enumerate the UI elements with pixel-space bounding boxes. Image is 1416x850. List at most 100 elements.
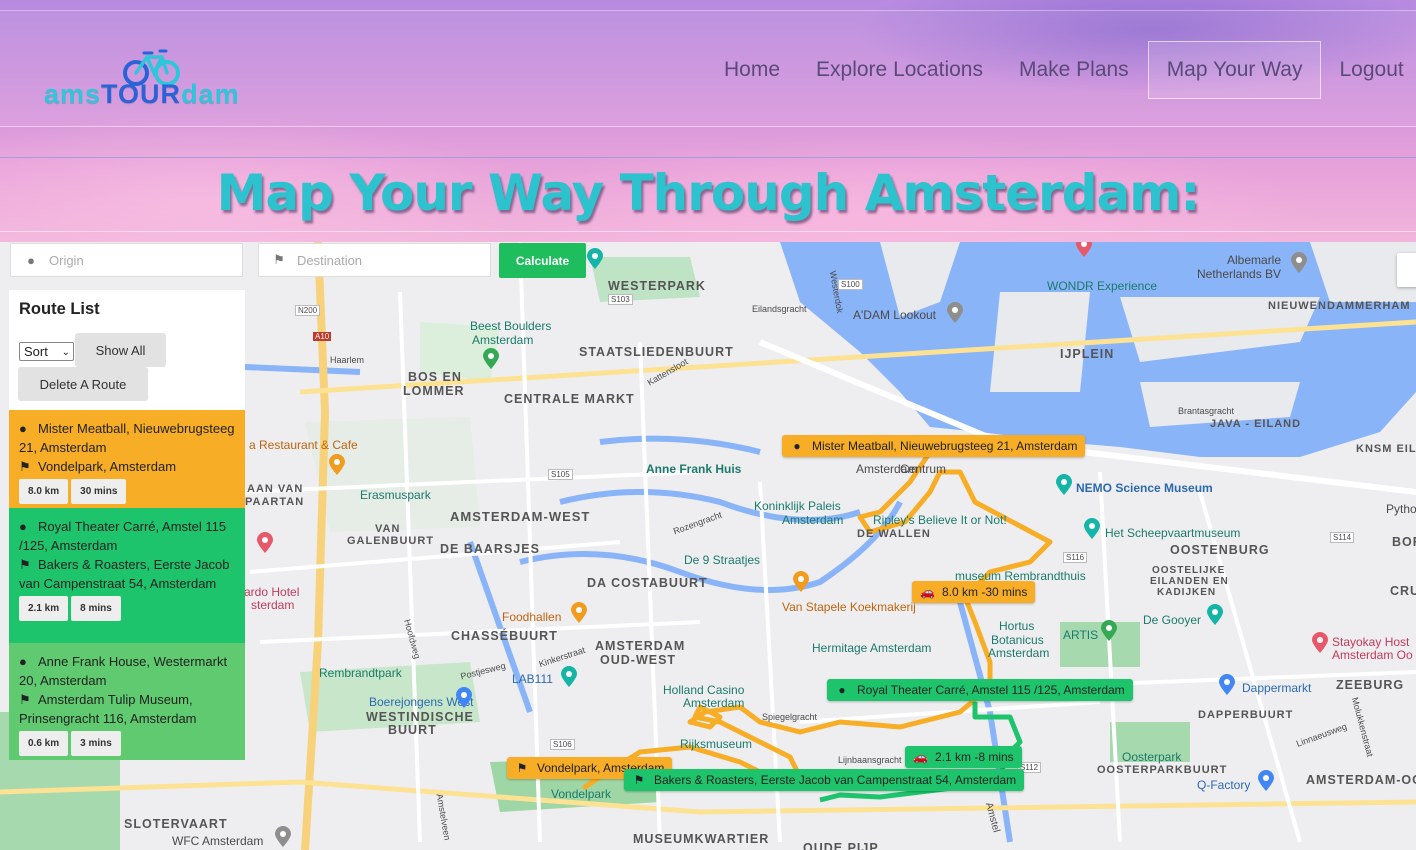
restaurant-pin-icon[interactable] [328,454,346,476]
map-label: Albemarle [1227,253,1282,267]
map-label: Centrum [900,462,947,476]
map-label: Beest Boulders [470,319,552,333]
map-pin-icon[interactable] [482,348,500,370]
map-label: Amsterdam [988,646,1050,660]
route-info-tag[interactable]: 🚗 8.0 km -30 mins [912,581,1036,603]
map-label: WESTERPARK [608,279,706,293]
car-icon: 🚗 [913,750,928,764]
navbar: amsTOURdam Home Explore Locations Make P… [0,10,1416,127]
route-info-tag[interactable]: 🚗 2.1 km -8 mins [905,746,1022,768]
route-origin-row: ● Mister Meatball, Nieuwebrugsteeg 21, Am… [19,419,235,457]
map-pin-icon[interactable] [1075,242,1093,258]
music-pin-icon[interactable] [1257,770,1275,792]
title-divider [0,231,1416,232]
shopping-pin-icon[interactable] [1218,674,1236,696]
map-label: WESTINDISCHE [366,710,474,724]
route-origin-row: ● Anne Frank House, Westermarkt 20, Amste… [19,652,235,690]
route-destination-tag[interactable]: ⚑ Bakers & Roasters, Eerste Jacob van Cam… [624,769,1025,791]
flag-checkered-icon: ⚑ [273,252,285,267]
map-label: Anne Frank Huis [646,462,742,476]
museum-pin-icon[interactable] [1083,518,1101,540]
app-logo[interactable]: amsTOURdam [44,47,256,113]
zoo-pin-icon[interactable] [1100,620,1118,642]
destination-input[interactable]: ⚑ Destination [258,243,491,277]
map-label: GALENBUURT [347,535,434,547]
car-icon: 🚗 [920,585,935,599]
route-duration-badge: 30 mins [71,479,127,504]
map-pin-icon[interactable] [946,302,964,324]
route-list-item[interactable]: ● Anne Frank House, Westermarkt 20, Amste… [9,643,245,760]
route-distance-badge: 2.1 km [19,596,69,621]
map-pin-icon[interactable] [586,248,604,270]
map-marker-icon: ● [27,252,35,268]
map-label: Hermitage Amsterdam [812,641,932,655]
map-label: ardo Hotel [244,585,300,599]
map-label: AMSTERDAM [595,639,686,653]
map-label: Koninklijk Paleis [754,499,841,513]
nav-make-plans[interactable]: Make Plans [1001,42,1147,98]
attraction-pin-icon[interactable] [1206,604,1224,626]
map-label: AMSTERDAM-WEST [450,509,591,524]
logo-text-part2: TOUR [101,79,182,109]
nav-map-your-way[interactable]: Map Your Way [1147,41,1322,99]
map-label: De Gooyer [1143,613,1202,627]
map-label: PAARTAN [245,496,305,508]
origin-placeholder: Origin [49,252,84,268]
flag-checkered-icon: ⚑ [516,761,528,775]
delete-route-button[interactable]: Delete A Route [18,367,148,401]
nav-home[interactable]: Home [706,42,798,98]
map-label: Lijnbaansgracht [838,755,902,765]
map-label: SLOTERVAART [124,817,228,831]
route-origin-tag[interactable]: ● Royal Theater Carré, Amstel 115 /125, A… [827,679,1133,701]
chevron-down-icon: ⌄ [61,347,70,358]
route-list-item[interactable]: ● Royal Theater Carré, Amstel 115 /125, A… [9,508,245,643]
route-origin: Mister Meatball, Nieuwebrugsteeg 21, Ams… [19,421,235,455]
sort-select[interactable]: Sort ⌄ [19,342,74,361]
map-marker-icon: ● [19,519,27,534]
map-label: OOSTELIJKE [1152,565,1226,576]
restaurant-pin-icon[interactable] [792,571,810,593]
map-label: KADIJKEN [1157,587,1217,598]
map-label: ARTIS [1063,628,1099,642]
nav-logout[interactable]: Logout [1321,42,1416,98]
origin-input[interactable]: ● Origin [10,243,243,277]
route-origin-tag[interactable]: ● Mister Meatball, Nieuwebrugsteeg 21, Am… [782,435,1086,457]
shopping-pin-icon[interactable] [455,687,473,709]
map-label: Rijksmuseum [680,737,753,751]
map-label: BOS EN [408,370,462,384]
map-label: DE BAARSJES [440,542,540,556]
nav-explore-locations[interactable]: Explore Locations [798,42,1001,98]
calculate-button[interactable]: Calculate [499,243,586,278]
map-label: NEMO Science Museum [1076,481,1213,495]
route-destination-row: ⚑ Bakers & Roasters, Eerste Jacob van Cam… [19,555,235,593]
route-list-item[interactable]: ● Mister Meatball, Nieuwebrugsteeg 21, Am… [9,410,245,508]
route-origin: Anne Frank House, Westermarkt 20, Amster… [19,654,228,688]
map-label: CENTRALE MARKT [504,392,635,406]
sort-select-label: Sort [24,344,48,359]
cinema-pin-icon[interactable] [560,666,578,688]
hotel-pin-icon[interactable] [1311,632,1329,654]
route-duration-badge: 8 mins [71,596,121,621]
fullscreen-button[interactable] [1397,253,1416,287]
hotel-pin-icon[interactable] [256,532,274,554]
map-label: Oosterpark [1122,750,1182,764]
route-destination: Vondelpark, Amsterdam [38,459,177,474]
map-label: Q-Factory [1197,778,1251,792]
map-label: Botanicus [991,633,1044,647]
map-label: OOSTENBURG [1170,543,1270,557]
map-pin-icon[interactable] [1290,252,1308,274]
museum-pin-icon[interactable] [1055,474,1073,496]
map-label: Haarlem [330,355,365,365]
map-label: CRU [1390,584,1416,598]
map-label: Spiegelgracht [762,712,818,722]
restaurant-pin-icon[interactable] [570,602,588,624]
road-shield: S106 [550,739,575,750]
road-shield: A10 [313,332,332,341]
map-label: MUSEUMKWARTIER [633,832,770,846]
map-label: EILANDEN EN [1150,576,1229,587]
map-pin-icon[interactable] [274,826,292,848]
road-shield: S100 [838,279,863,290]
show-all-button[interactable]: Show All [75,333,166,367]
map-label: OUD-WEST [600,653,677,667]
route-origin-tag-label: Royal Theater Carré, Amstel 115 /125, Am… [857,683,1125,697]
